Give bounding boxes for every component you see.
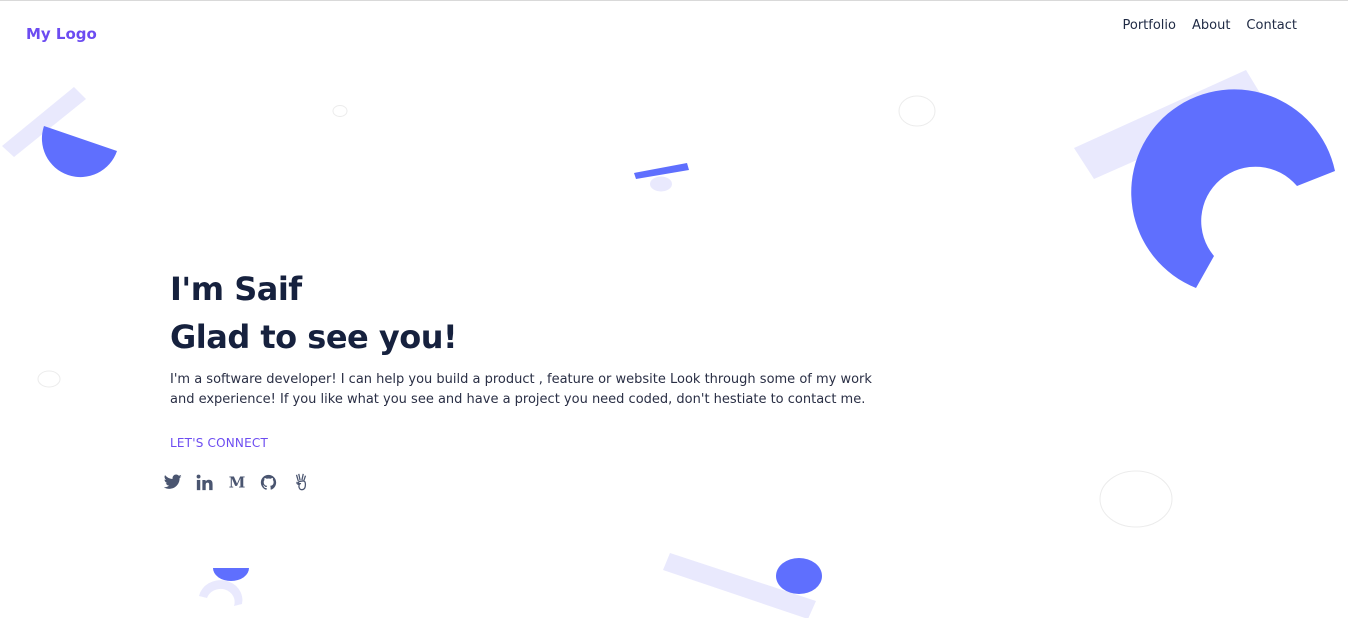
nav-item-contact[interactable]: Contact [1246, 18, 1297, 33]
deco-bottom-blue-circle [776, 558, 822, 594]
svg-text:M: M [228, 474, 245, 490]
lets-connect-link[interactable]: LET'S CONNECT [170, 436, 268, 450]
main-nav: Portfolio About Contact [1123, 18, 1298, 33]
hero-description: I'm a software developer! I can help you… [170, 372, 872, 407]
deco-circle-outline [898, 95, 936, 127]
linkedin-icon [196, 474, 213, 491]
twitter-link[interactable] [162, 472, 183, 492]
github-icon [260, 474, 277, 491]
nav-item-about[interactable]: About [1192, 18, 1230, 33]
deco-bottom-arc [199, 580, 243, 606]
deco-circle-large [1099, 470, 1173, 528]
deco-big-arc [1131, 89, 1335, 289]
deco-dot-light [650, 176, 672, 192]
hero: I'm Saif Glad to see you! I'm a software… [170, 265, 930, 451]
nav-item-portfolio[interactable]: Portfolio [1123, 18, 1176, 33]
angellist-icon [294, 473, 308, 491]
hero-title-name: I'm Saif [170, 270, 302, 308]
linkedin-link[interactable] [194, 472, 215, 492]
medium-icon: M [228, 474, 246, 490]
github-link[interactable] [258, 472, 279, 492]
hero-title-greeting: Glad to see you! [170, 318, 458, 356]
angellist-link[interactable] [290, 472, 311, 492]
deco-circle-left [37, 370, 61, 388]
deco-bottom-half-disc [213, 568, 249, 581]
page: My Logo Portfolio About Contact I'm Saif… [0, 0, 1348, 618]
deco-circle-small [332, 105, 348, 117]
social-links: M [162, 472, 311, 492]
logo[interactable]: My Logo [26, 25, 97, 43]
deco-half-disc [41, 126, 117, 178]
twitter-icon [163, 474, 182, 490]
medium-link[interactable]: M [226, 472, 247, 492]
